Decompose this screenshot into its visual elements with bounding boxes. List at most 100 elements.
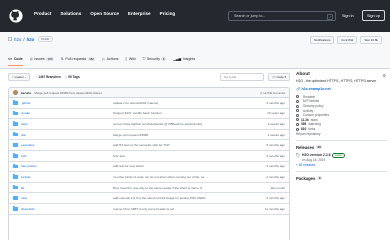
file-name-cell[interactable]: include [13,174,113,179]
folder-icon [13,195,18,200]
commit-message-cell[interactable]: libuv bound in one-way to the same reade… [113,186,247,190]
menu-product[interactable]: Product [34,11,51,16]
star-button[interactable]: Star 10.8k [360,36,382,44]
file-name[interactable]: deps [21,122,28,126]
global-header: Product Solutions Open Source Enterprise… [0,0,390,32]
file-name-cell[interactable]: h2o-probes [13,163,113,168]
table-row[interactable]: include no other kinds of code; we do not… [9,172,289,183]
file-name[interactable]: cmake [21,111,30,115]
commit-date-cell: 10 years ago [267,111,285,116]
commit-message-cell[interactable]: Merge pull request #3488 [113,133,247,137]
code-button-label: Code [276,74,284,79]
table-row[interactable]: share/h2o rescue h3 to h3BT if only some … [9,204,289,215]
menu-enterprise[interactable]: Enterprise [128,11,151,16]
pull-request-icon: ⇅ [60,57,64,61]
commit-author[interactable]: kazuho [21,91,31,95]
commit-message-cell[interactable]: correct https://github.com/h2o/picotls @… [113,122,247,126]
file-name[interactable]: share/h2o [21,207,35,211]
commit-message-cell[interactable]: update ci to ubuntu2204 (macos) [113,101,247,105]
tab-actions[interactable]: ▷ Actions [102,52,118,66]
gear-icon [296,113,299,117]
commit-message-cell[interactable]: rescue h3 to h3BT if only some header is… [113,207,247,211]
branch-select[interactable]: ⑂ master ▾ [8,72,31,81]
fork-button[interactable]: Fork 842 [337,36,358,44]
repo-owner-link[interactable]: h2o [14,37,21,42]
table-row[interactable]: fuzz fuzz also 3 months ago [9,151,289,162]
commit-message-cell[interactable]: add unusual 2.2.3 to the ubuntu 24.04 im… [113,196,247,200]
slash-shortcut-icon: / [327,13,333,20]
releases-heading[interactable]: Releases 30 [296,145,386,150]
table-row[interactable]: doc Merge pull request #3488 2 weeks ago [9,130,289,141]
book-icon: ▯ [125,57,128,61]
folder-icon [13,100,18,105]
commit-message-cell[interactable]: add H3 test on the semantic side for TCP [113,143,247,147]
file-name[interactable]: lib [21,186,24,190]
table-row[interactable]: lib libuv bound in one-way to the same re… [9,183,289,194]
search-input[interactable]: Search or jump to... / [228,11,336,21]
file-name-cell[interactable]: doc [13,132,113,137]
avatar[interactable] [13,90,18,95]
about-item-label: forks [308,127,316,132]
tags-link[interactable]: ◇ 95 Tags [65,75,80,79]
file-name-cell[interactable]: deps [13,121,113,126]
branch-bar: ⑂ master ▾ ⑂ 1467 Branches ◇ 95 Tags Go … [8,72,290,81]
file-name[interactable]: .github [21,101,30,105]
commit-message-cell[interactable]: fuzz also [113,154,247,158]
table-row[interactable]: h2o-probes add test for new action 3 month… [9,162,289,173]
repo-name-link[interactable]: h2o [27,37,35,42]
code-dropdown-button[interactable]: <> Code ▾ [268,72,290,81]
tab-wiki[interactable]: ▯ Wiki [125,52,135,66]
commit-message-cell[interactable]: no other kinds of code; we do not abort … [113,175,247,179]
tab-security[interactable]: ⛉ Security 8 [143,52,166,66]
file-name-cell[interactable]: misc [13,195,113,200]
file-name-cell[interactable]: lib [13,185,113,190]
file-name-cell[interactable]: .github [13,100,113,105]
table-row[interactable]: .github update ci to ubuntu2204 (macos) 3 … [9,98,289,109]
packages-heading[interactable]: Packages 0 [296,176,386,181]
tab-issues[interactable]: ◎ Issues 180 [30,52,54,66]
file-name[interactable]: misc [21,196,27,200]
go-to-file-input[interactable]: Go to file [220,72,265,81]
table-row[interactable]: misc add unusual 2.2.3 to the ubuntu 24.0… [9,193,289,204]
commit-message-cell[interactable]: Support ECS: modify basic function [113,111,247,115]
repo-separator: / [23,36,25,42]
tab-label: Wiki [128,57,136,61]
tags-count: 95 Tags [68,74,80,79]
tab-insights[interactable]: ▁▃▅ Insights [173,52,195,66]
file-name[interactable]: doc [21,133,26,137]
commit-message-cell[interactable]: add test for new action [113,164,247,168]
branches-link[interactable]: ⑂ 1467 Branches [35,75,60,79]
menu-open-source[interactable]: Open Source [90,11,119,16]
table-row[interactable]: examples add H3 test on the semantic side… [9,140,289,151]
table-row[interactable]: cmake Support ECS: modify basic function 1… [9,109,289,120]
sign-in-link[interactable]: Sign in [342,11,354,21]
shield-icon [296,104,299,108]
file-name-cell[interactable]: examples [13,142,113,147]
file-name-cell[interactable]: cmake [13,110,113,115]
latest-commit-bar: kazuho Merge pull request #3489 from dew… [9,88,289,98]
more-releases-link[interactable]: + 60 releases [296,163,386,167]
commits-link[interactable]: ◷ 12,540 Commits [260,91,285,95]
menu-pricing[interactable]: Pricing [160,11,176,16]
file-name[interactable]: examples [21,143,34,147]
file-name[interactable]: include [21,175,31,179]
graph-icon: ▁▃▅ [172,57,182,61]
tab-pull-requests[interactable]: ⇅ Pull requests 182 [60,52,96,66]
commit-message[interactable]: Merge pull request #3489 from deweerdt/f… [34,91,101,95]
notifications-button[interactable]: Notifications [310,36,335,44]
table-row[interactable]: deps correct https://github.com/h2o/picot… [9,119,289,130]
file-name[interactable]: fuzz [21,154,27,158]
about-item-value: 11.2k [301,117,309,122]
sign-up-button[interactable]: Sign up [362,10,385,21]
website-link[interactable]: 🔗 h2o.examp1e.net [296,87,386,91]
tab-code[interactable]: <> Code [8,52,23,66]
file-name-cell[interactable]: fuzz [13,153,113,158]
tab-label: Actions [106,57,119,61]
about-item-value: 810 [301,127,307,132]
file-name-cell[interactable]: share/h2o [13,206,113,211]
file-name[interactable]: h2o-probes [21,164,37,168]
report-link[interactable]: Report repository [296,131,386,136]
tab-count: 8 [161,57,166,61]
github-logo-icon[interactable] [9,9,23,23]
menu-solutions[interactable]: Solutions [60,11,81,16]
